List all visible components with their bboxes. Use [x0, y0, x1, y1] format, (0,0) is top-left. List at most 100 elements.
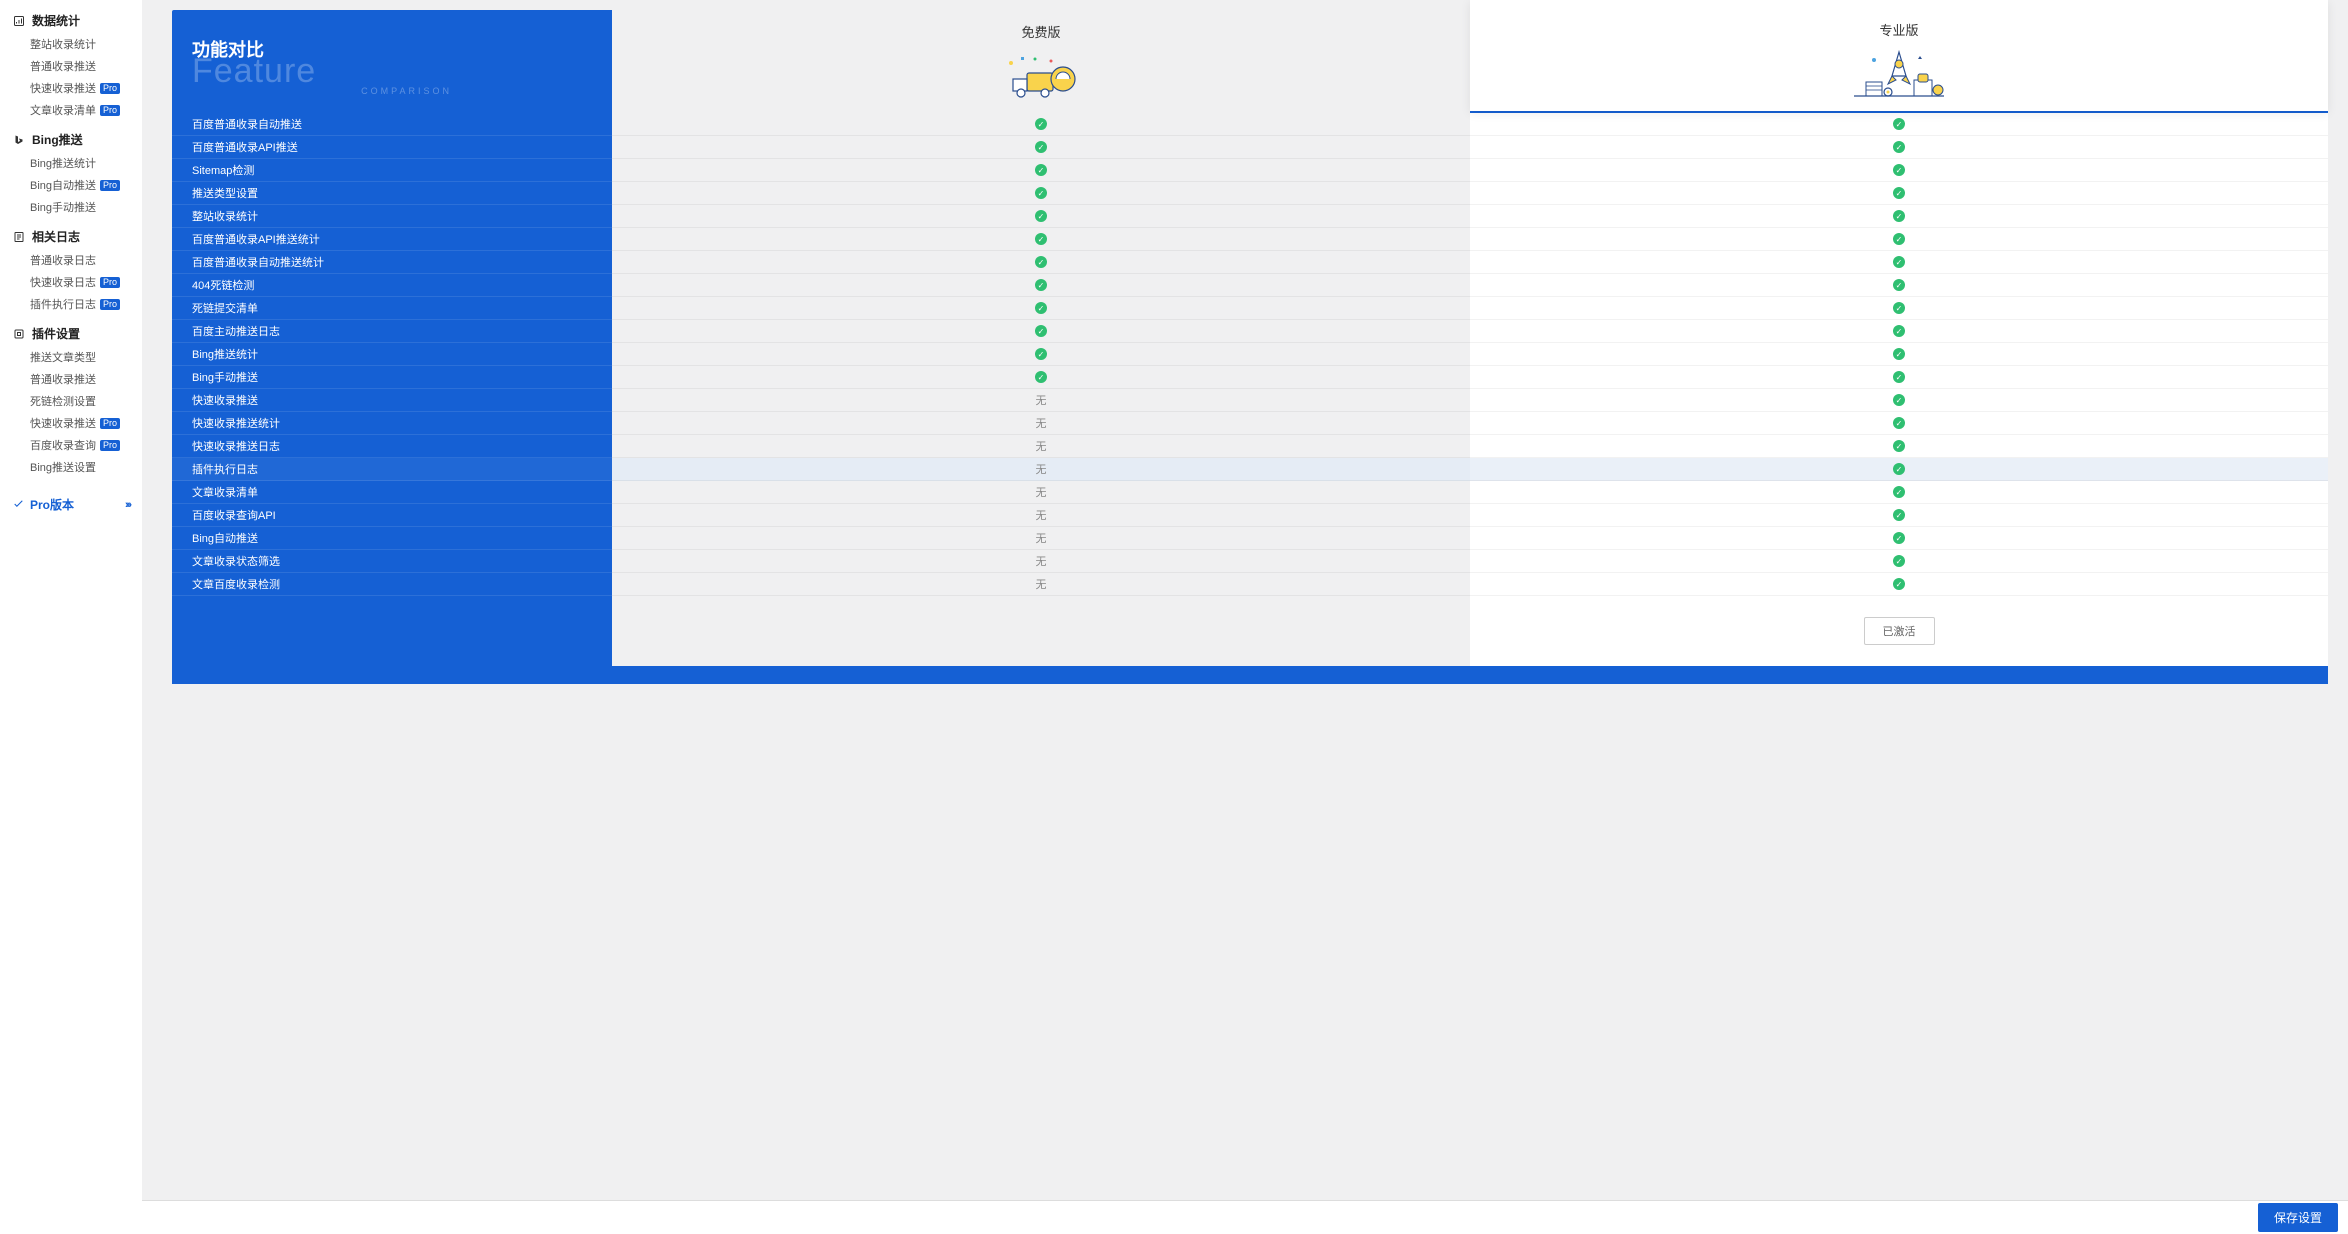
sidebar-item[interactable]: 死链检测设置 [0, 390, 142, 412]
compare-cell-pro: ✓ [1470, 136, 2328, 159]
compare-cell-pro: ✓ [1470, 366, 2328, 389]
pro-illustration-icon [1470, 45, 2328, 103]
arrow-right-icon: ››› [125, 499, 130, 511]
compare-cell-free: 无 [612, 458, 1470, 481]
compare-row: 快速收录推送日志无✓ [172, 435, 2328, 458]
compare-cell-free: ✓ [612, 320, 1470, 343]
compare-cell-free: ✓ [612, 297, 1470, 320]
sidebar-item[interactable]: 快速收录推送 Pro [0, 77, 142, 99]
compare-row-label: 404死链检测 [172, 274, 612, 297]
compare-row-label: Bing手动推送 [172, 366, 612, 389]
compare-row: 文章收录清单无✓ [172, 481, 2328, 504]
sidebar-item[interactable]: Bing自动推送Pro [0, 174, 142, 196]
sidebar-item[interactable]: Bing推送设置 [0, 456, 142, 478]
pro-badge: Pro [100, 180, 120, 191]
sidebar-item-label: 百度收录查询 [30, 437, 96, 453]
sidebar-item[interactable]: 百度收录查询Pro [0, 434, 142, 456]
check-icon: ✓ [1893, 325, 1905, 337]
save-bar: 保存设置 [142, 1200, 2348, 1234]
compare-row: 整站收录统计✓✓ [172, 205, 2328, 228]
log-icon [12, 230, 26, 244]
sidebar-item[interactable]: 快速收录推送Pro [0, 412, 142, 434]
compare-title-block: 功能对比 Feature COMPARISON [172, 10, 612, 106]
compare-cell-pro: ✓ [1470, 159, 2328, 182]
check-icon: ✓ [1035, 141, 1047, 153]
compare-row-label: 快速收录推送 [172, 389, 612, 412]
check-icon: ✓ [1035, 256, 1047, 268]
compare-cell-free: ✓ [612, 113, 1470, 136]
compare-title-en: Feature [192, 54, 592, 88]
compare-cell-free: ✓ [612, 205, 1470, 228]
compare-cell-pro: ✓ [1470, 320, 2328, 343]
check-icon: ✓ [1893, 463, 1905, 475]
sidebar-group-head[interactable]: 插件设置 [0, 321, 142, 346]
compare-cell-free: 无 [612, 573, 1470, 596]
main-content: 功能对比 Feature COMPARISON 免费版 [142, 0, 2348, 1234]
compare-cell-free: ✓ [612, 343, 1470, 366]
check-icon: ✓ [1035, 187, 1047, 199]
sidebar-item[interactable]: 普通收录日志 [0, 249, 142, 271]
sidebar-group-head[interactable]: 数据统计 [0, 8, 142, 33]
compare-row-label: 整站收录统计 [172, 205, 612, 228]
compare-row-label: 百度收录查询API [172, 504, 612, 527]
column-free-header: 免费版 [612, 10, 1470, 113]
sidebar-item[interactable]: 普通收录推送 [0, 55, 142, 77]
sidebar-item[interactable]: 整站收录统计 [0, 33, 142, 55]
check-icon: ✓ [1035, 279, 1047, 291]
check-icon: ✓ [1893, 555, 1905, 567]
compare-row-label: 百度普通收录API推送统计 [172, 228, 612, 251]
compare-cell-free: ✓ [612, 366, 1470, 389]
sidebar-item-label: 普通收录推送 [30, 371, 96, 387]
sidebar-item-label: Bing手动推送 [30, 199, 96, 215]
compare-cell-pro: ✓ [1470, 412, 2328, 435]
compare-cell-pro: ✓ [1470, 251, 2328, 274]
compare-row: Bing手动推送✓✓ [172, 366, 2328, 389]
compare-row-label: Bing自动推送 [172, 527, 612, 550]
pro-link-label: Pro版本 [30, 496, 74, 513]
stats-icon [12, 14, 26, 28]
compare-row: 文章百度收录检测无✓ [172, 573, 2328, 596]
activated-button[interactable]: 已激活 [1864, 617, 1935, 645]
sidebar-item[interactable]: 插件执行日志Pro [0, 293, 142, 315]
compare-row: 推送类型设置✓✓ [172, 182, 2328, 205]
sidebar-item[interactable]: 推送文章类型 [0, 346, 142, 368]
check-icon: ✓ [1893, 187, 1905, 199]
none-text: 无 [1036, 484, 1047, 500]
sidebar-group-head[interactable]: Bing推送 [0, 127, 142, 152]
sidebar-item[interactable]: Bing手动推送 [0, 196, 142, 218]
compare-cell-free: 无 [612, 435, 1470, 458]
check-icon: ✓ [1893, 233, 1905, 245]
none-text: 无 [1036, 415, 1047, 431]
sidebar-item-label: Bing推送统计 [30, 155, 96, 171]
sidebar-item-label: 快速收录推送 [30, 80, 96, 96]
compare-row: 快速收录推送统计无✓ [172, 412, 2328, 435]
check-icon: ✓ [1893, 279, 1905, 291]
check-icon: ✓ [1893, 578, 1905, 590]
sidebar-item[interactable]: 文章收录清单Pro [0, 99, 142, 121]
none-text: 无 [1036, 507, 1047, 523]
check-icon: ✓ [1035, 348, 1047, 360]
sidebar-item[interactable]: 快速收录日志Pro [0, 271, 142, 293]
check-icon: ✓ [1893, 141, 1905, 153]
sidebar-pro-link[interactable]: Pro版本 ››› [0, 488, 142, 521]
sidebar-item-label: 快速收录日志 [30, 274, 96, 290]
sidebar-item[interactable]: 普通收录推送 [0, 368, 142, 390]
compare-row-label: 快速收录推送日志 [172, 435, 612, 458]
compare-row: 百度普通收录自动推送统计 ✓ ✓ [172, 251, 2328, 274]
check-icon: ✓ [1035, 233, 1047, 245]
save-button[interactable]: 保存设置 [2258, 1203, 2338, 1232]
compare-cell-free: ✓ [612, 182, 1470, 205]
check-icon: ✓ [1893, 256, 1905, 268]
sidebar-item-label: 普通收录日志 [30, 252, 96, 268]
compare-row-label: 百度普通收录自动推送 [172, 113, 612, 136]
compare-cell-pro: ✓ [1470, 205, 2328, 228]
compare-cell-free: ✓ [612, 159, 1470, 182]
sidebar-group-head[interactable]: 相关日志 [0, 224, 142, 249]
compare-row-label: 百度普通收录自动推送统计 [172, 251, 612, 274]
compare-row-label: 百度普通收录API推送 [172, 136, 612, 159]
compare-row: 百度普通收录API推送 ✓ ✓ [172, 136, 2328, 159]
compare-cell-pro: ✓ [1470, 274, 2328, 297]
check-icon: ✓ [1893, 486, 1905, 498]
pro-badge: Pro [100, 83, 120, 94]
sidebar-item[interactable]: Bing推送统计 [0, 152, 142, 174]
